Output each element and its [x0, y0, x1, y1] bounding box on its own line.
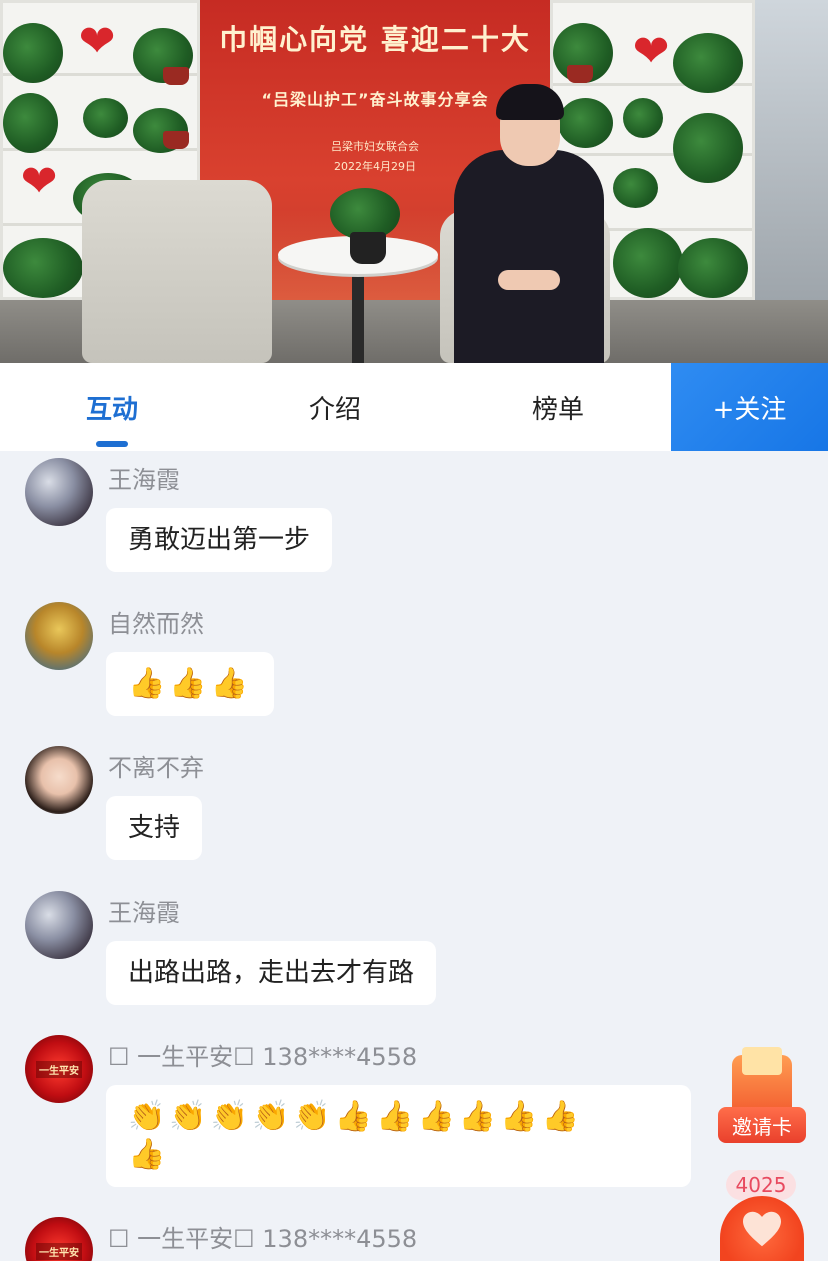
red-avatar[interactable]: 一生平安 — [25, 1217, 93, 1261]
banner-slogan: 巾帼心向党 喜迎二十大 — [219, 23, 531, 56]
warrior-avatar[interactable] — [25, 891, 93, 959]
tab-ranking[interactable]: 榜单 — [483, 363, 633, 451]
chat-feed[interactable]: 王海霞 勇敢迈出第一步 自然而然 👍👍👍 不离不弃 支持 王海霞 出路出路，走出… — [0, 451, 828, 1261]
invite-card-button[interactable]: 邀请卡 — [718, 1047, 806, 1145]
message-username: 王海霞 — [108, 899, 180, 927]
message-bubble: 👍👍👍 — [106, 652, 275, 716]
live-room-page: ❤ ❤ 巾帼心向党 喜迎二十大 “吕梁山护工”奋斗故事分享会 吕梁市妇女联合会 … — [0, 0, 828, 1261]
invite-card-label: 邀请卡 — [718, 1107, 806, 1143]
follow-button[interactable]: +关注 — [671, 363, 828, 451]
speaker-body — [454, 150, 604, 363]
message-bubble: 👏👏👏👏👏👍👍👍👍👍👍 👍 — [106, 1085, 691, 1187]
message-username: 自然而然 — [108, 610, 204, 638]
forest-avatar[interactable] — [25, 602, 93, 670]
red-avatar[interactable]: 一生平安 — [25, 1035, 93, 1103]
message-bubble: 支持 — [106, 796, 203, 860]
message-username: ☐ 一生平安☐ 138****4558 — [108, 1225, 418, 1253]
avatar-caption: 一生平安 — [36, 1060, 82, 1078]
speaker-hands — [498, 270, 560, 290]
message-username: 王海霞 — [108, 466, 180, 494]
side-table-leg — [352, 270, 364, 363]
avatar-caption: 一生平安 — [36, 1242, 82, 1260]
armchair-left — [82, 180, 272, 363]
message-bubble: 勇敢迈出第一步 — [106, 508, 333, 572]
emoji-line: 👍 — [128, 1137, 170, 1172]
heart-icon — [743, 1211, 781, 1247]
live-video-player[interactable]: ❤ ❤ 巾帼心向党 喜迎二十大 “吕梁山护工”奋斗故事分享会 吕梁市妇女联合会 … — [0, 0, 828, 363]
heart-logo-icon: ❤ — [20, 155, 58, 207]
message-username: ☐ 一生平安☐ 138****4558 — [108, 1043, 418, 1071]
warrior-avatar[interactable] — [25, 458, 93, 526]
tab-interaction[interactable]: 互动 — [37, 363, 187, 451]
active-tab-indicator — [96, 441, 128, 447]
table-vase — [350, 232, 386, 264]
tab-intro[interactable]: 介绍 — [260, 363, 410, 451]
message-username: 不离不弃 — [108, 754, 204, 782]
emoji-line: 👏👏👏👏👏👍👍👍👍👍👍 — [128, 1099, 583, 1134]
video-window — [755, 0, 828, 300]
heart-logo-icon: ❤ — [78, 15, 116, 67]
message-bubble: 出路出路，走出去才有路 — [106, 941, 437, 1005]
girl-avatar[interactable] — [25, 746, 93, 814]
